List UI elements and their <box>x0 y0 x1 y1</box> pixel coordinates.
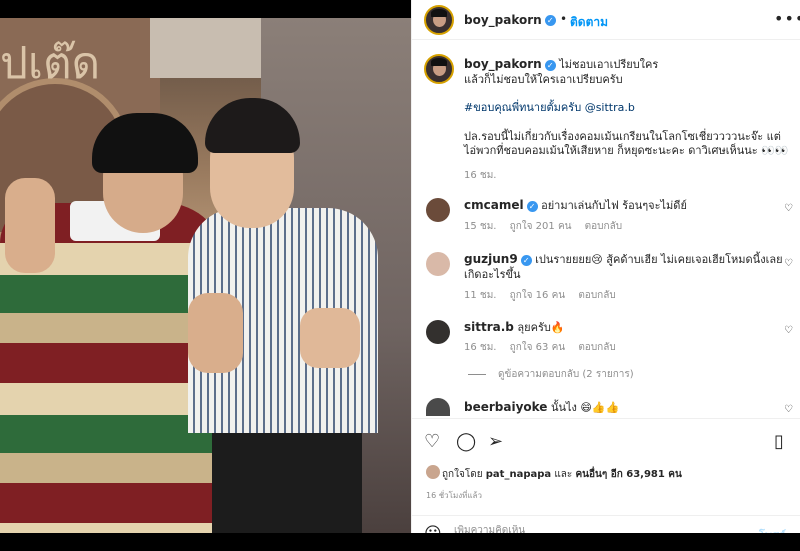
author-username[interactable]: boy_pakorn ✓ <box>464 13 556 27</box>
comment-avatar[interactable] <box>426 198 450 222</box>
comment-text: ลุยครับ🔥 <box>517 321 565 334</box>
bottom-letterbox <box>0 533 800 551</box>
verified-badge-icon: ✓ <box>544 15 556 26</box>
person-left-bucket-hat <box>92 113 198 173</box>
photo-shop-sign: ปเต๊ด <box>0 38 101 89</box>
comment-likes[interactable]: ถูกใจ 201 คน <box>510 221 572 232</box>
person-right-thumbs-up <box>300 308 360 368</box>
post-header: boy_pakorn✓ • ติดตาม ••• <box>412 0 800 40</box>
caption-username[interactable]: boy_pakorn <box>464 57 542 71</box>
header-separator: • <box>560 12 568 26</box>
post-caption: boy_pakorn ✓ ไม่ชอบเอาเปรียบใคร แล้วก็ไม่… <box>464 57 789 159</box>
comment-like-heart-icon[interactable]: ♡ <box>784 325 793 336</box>
caption-line-1: ไม่ชอบเอาเปรียบใคร <box>559 58 659 71</box>
likes-others-link[interactable]: คนอื่นๆ อีก 63,981 คน <box>575 469 681 480</box>
caption-mention[interactable]: @sittra.b <box>585 101 635 114</box>
comment-reply-button[interactable]: ตอบกลับ <box>578 290 615 301</box>
liker-avatar[interactable] <box>426 465 440 479</box>
post-actions: ♡ ◯ ➢ ▯ ถูกใจโดย pat_napapa และ คนอื่นๆ … <box>412 418 800 504</box>
comment-likes[interactable]: ถูกใจ 63 คน <box>510 342 565 353</box>
person-right-pants <box>212 423 362 533</box>
comment-avatar[interactable] <box>426 320 450 344</box>
likes-summary: ถูกใจโดย pat_napapa และ คนอื่นๆ อีก 63,9… <box>442 469 682 480</box>
share-paper-plane-icon[interactable]: ➢ <box>488 431 503 452</box>
post-photo[interactable]: ปเต๊ด <box>0 18 411 533</box>
caption-line-2: แล้วก็ไม่ชอบให้ใครเอาเปรียบครับ <box>464 72 623 86</box>
more-options-icon[interactable]: ••• <box>774 9 800 28</box>
comment-username[interactable]: cmcamel <box>464 198 524 212</box>
comment-item: beerbaiyoke นั้นไง 😄👍👍 <box>464 400 784 416</box>
comment-avatar[interactable] <box>426 398 450 416</box>
view-replies-link[interactable]: ดูข้อความตอบกลับ (2 รายการ) <box>468 367 634 382</box>
save-bookmark-icon[interactable]: ▯ <box>774 431 784 452</box>
comment-time[interactable]: 11 ชม. <box>464 290 496 301</box>
comment-like-heart-icon[interactable]: ♡ <box>784 203 793 214</box>
comment-meta: 11 ชม. ถูกใจ 16 คน ตอบกลับ <box>464 288 626 303</box>
comment-meta: 16 ชม. ถูกใจ 63 คน ตอบกลับ <box>464 340 626 355</box>
post-side-panel: boy_pakorn✓ • ติดตาม ••• boy_pakorn✓ ไม่… <box>411 0 800 551</box>
comment-item: guzjun9 ✓ เปนรายยยย😢 สู้คด้าบเฮีย ไม่เคยเ… <box>464 252 784 282</box>
post-age[interactable]: 16 ชั่วโมงที่แล้ว <box>426 489 482 502</box>
caption-hashtag[interactable]: #ขอบคุณพี่ทนายตั้มครับ <box>464 101 581 114</box>
person-left-peace-hand <box>5 178 55 273</box>
verified-badge-icon: ✓ <box>520 254 532 266</box>
comment-item: sittra.b ลุยครับ🔥 <box>464 320 784 336</box>
verified-badge-icon: ✓ <box>544 59 556 71</box>
comment-time[interactable]: 15 ชม. <box>464 221 496 232</box>
caption-author-avatar[interactable] <box>424 54 454 84</box>
comment-bubble-icon[interactable]: ◯ <box>456 431 476 452</box>
comment-item: cmcamel ✓ อย่ามาเล่นกับไฟ ร้อนๆจะไม่ดีย์ <box>464 198 784 214</box>
comment-username[interactable]: sittra.b <box>464 320 514 334</box>
caption-timestamp[interactable]: 16 ชม. <box>464 168 496 183</box>
comment-like-heart-icon[interactable]: ♡ <box>784 404 793 415</box>
comment-reply-button[interactable]: ตอบกลับ <box>585 221 622 232</box>
comment-avatar[interactable] <box>426 252 450 276</box>
comment-text: อย่ามาเล่นกับไฟ ร้อนๆจะไม่ดีย์ <box>541 199 687 212</box>
follow-button[interactable]: ติดตาม <box>570 13 608 32</box>
comment-username[interactable]: guzjun9 <box>464 252 518 266</box>
comment-time[interactable]: 16 ชม. <box>464 342 496 353</box>
comment-text: นั้นไง 😄👍👍 <box>550 401 620 414</box>
like-heart-icon[interactable]: ♡ <box>424 431 440 452</box>
author-avatar[interactable] <box>424 5 454 35</box>
comment-meta: 15 ชม. ถูกใจ 201 คน ตอบกลับ <box>464 219 632 234</box>
comment-like-heart-icon[interactable]: ♡ <box>784 258 793 269</box>
instagram-post-frame: ปเต๊ด boy_pakorn✓ • ติดตาม ••• <box>0 0 800 551</box>
comment-reply-button[interactable]: ตอบกลับ <box>578 342 615 353</box>
verified-badge-icon: ✓ <box>526 200 538 212</box>
liker-username[interactable]: pat_napapa <box>486 469 551 480</box>
person-left-peace-hand-2 <box>188 293 243 373</box>
comment-username[interactable]: beerbaiyoke <box>464 400 547 414</box>
comment-likes[interactable]: ถูกใจ 16 คน <box>510 290 565 301</box>
caption-line-4: ปล.รอบนี้ไม่เกี่ยวกับเรื่องคอมเม้นเกรียน… <box>464 129 789 158</box>
